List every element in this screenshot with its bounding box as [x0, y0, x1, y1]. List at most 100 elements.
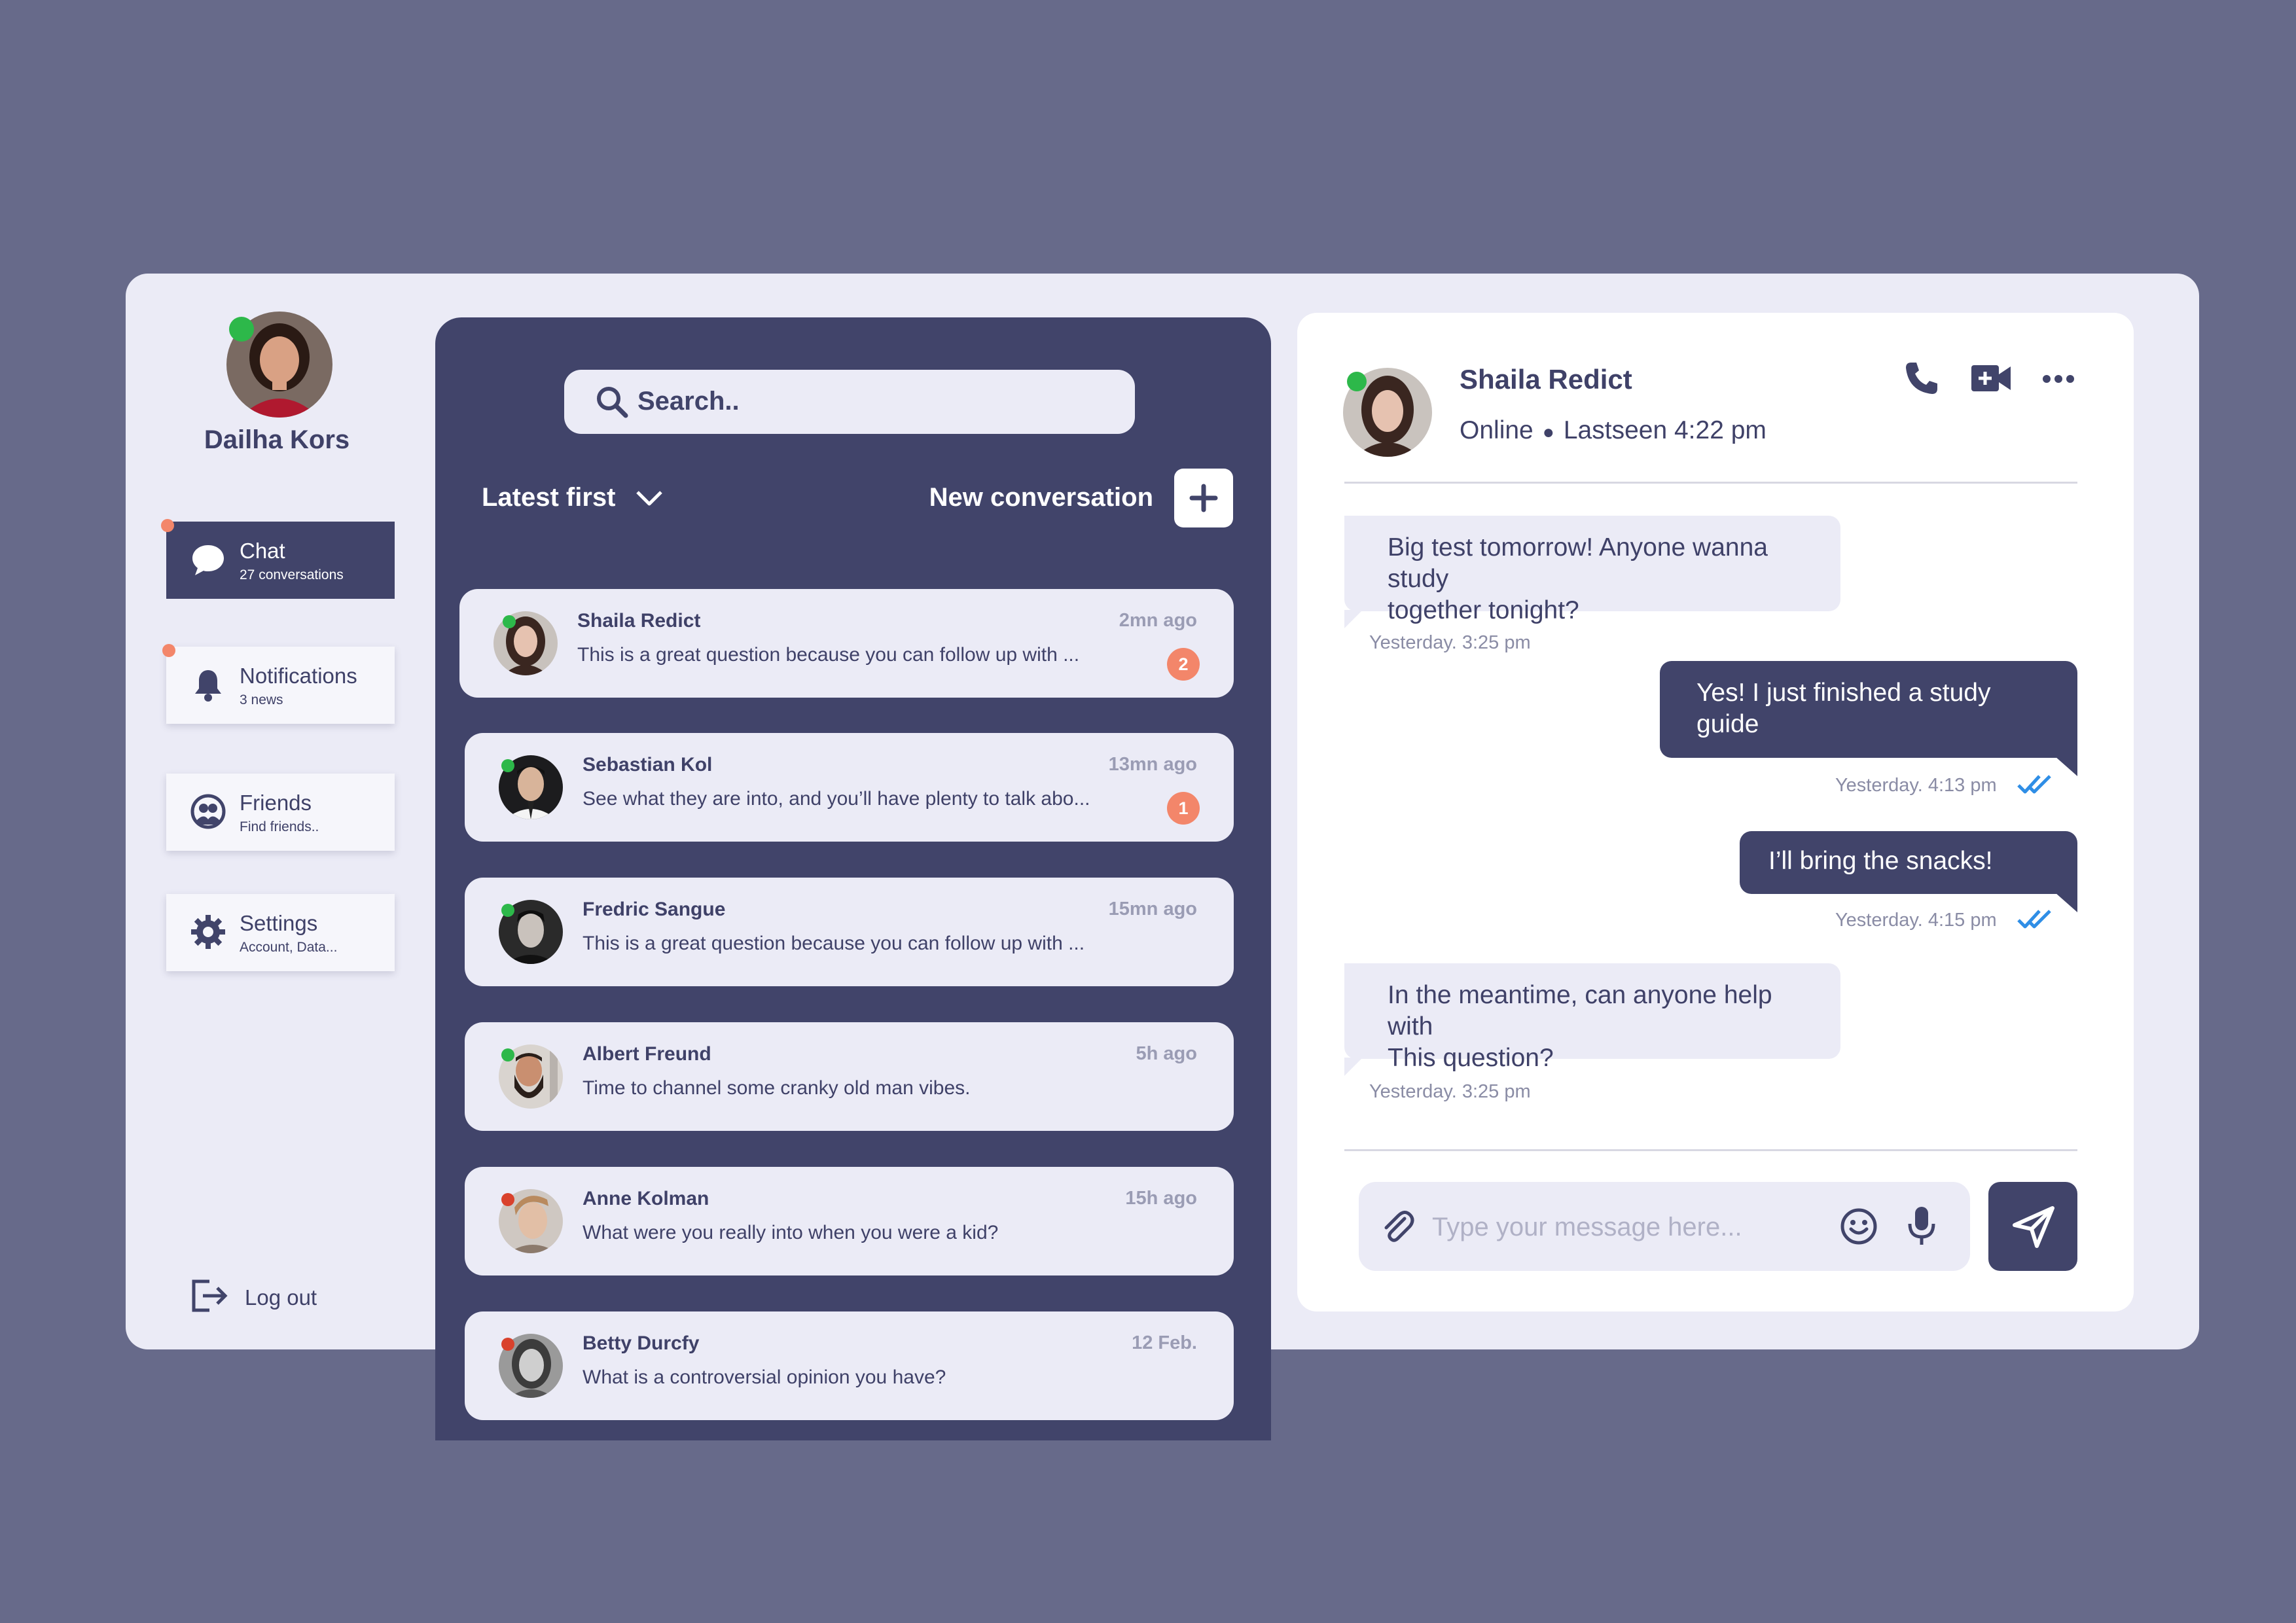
bubble-tail: [1344, 1058, 1363, 1076]
conversation-time: 5h ago: [1136, 1043, 1197, 1064]
contact-last-seen: Lastseen 4:22 pm: [1563, 416, 1767, 444]
send-button[interactable]: [1988, 1182, 2077, 1271]
logout-icon: [192, 1279, 228, 1312]
offline-status-dot: [501, 1338, 514, 1351]
gear-icon: [190, 914, 226, 950]
conversation-item[interactable]: Shaila Redict 2mn ago This is a great qu…: [459, 589, 1234, 698]
read-receipt-icon: [2017, 910, 2051, 929]
chat-header-divider: [1344, 482, 2077, 484]
contact-online-dot: [1347, 372, 1367, 391]
online-status-dot: [501, 1048, 514, 1061]
search-input[interactable]: Search..: [564, 370, 1135, 434]
sort-dropdown[interactable]: Latest first: [482, 483, 664, 512]
conversation-item[interactable]: Anne Kolman 15h ago What were you really…: [465, 1167, 1234, 1275]
conversation-item[interactable]: Fredric Sangue 15mn ago This is a great …: [465, 878, 1234, 986]
nav-chat-badge: [161, 519, 174, 532]
bubble-tail: [2055, 893, 2077, 912]
offline-status-dot: [501, 1193, 514, 1206]
unread-badge: 1: [1167, 792, 1200, 825]
bubble-tail: [2055, 757, 2077, 776]
sort-label: Latest first: [482, 483, 616, 512]
message-line: This question?: [1388, 1044, 1554, 1072]
message-time: Yesterday. 3:25 pm: [1369, 632, 1531, 653]
message-line: Big test tomorrow! Anyone wanna study: [1388, 533, 1768, 593]
status-separator: ●: [1542, 421, 1554, 443]
message-line: I’ll bring the snacks!: [1768, 847, 1993, 875]
bubble-tail: [1344, 610, 1363, 628]
nav-notifications[interactable]: Notifications 3 news: [166, 647, 395, 724]
message-line: guide: [1696, 710, 1759, 738]
conversation-name: Albert Freund: [583, 1043, 711, 1065]
chat-panel: [1297, 313, 2134, 1311]
nav-notifications-subtitle: 3 news: [240, 692, 283, 707]
read-receipt-icon: [2017, 775, 2051, 794]
online-status-dot: [503, 615, 516, 628]
conversation-time: 15h ago: [1125, 1188, 1197, 1209]
conversation-time: 15mn ago: [1108, 899, 1197, 919]
composer-divider: [1344, 1149, 2077, 1151]
conversation-preview: This is a great question because you can…: [583, 933, 1085, 954]
bell-icon: [190, 666, 226, 703]
message-composer: [1359, 1182, 1970, 1271]
message-line: together tonight?: [1388, 596, 1579, 624]
conversation-item[interactable]: Albert Freund 5h ago Time to channel som…: [465, 1022, 1234, 1131]
conversation-name: Fredric Sangue: [583, 899, 726, 920]
phone-icon[interactable]: [1902, 359, 1941, 398]
nav-friends-subtitle: Find friends..: [240, 819, 319, 834]
send-icon: [2013, 1206, 2054, 1248]
message-line: In the meantime, can anyone help with: [1388, 981, 1772, 1041]
message-line: Yes! I just finished a study: [1696, 679, 1991, 707]
search-icon: [597, 387, 628, 418]
chat-bubble-icon: [190, 541, 226, 578]
conversation-time: 12 Feb.: [1132, 1332, 1197, 1353]
conversation-time: 2mn ago: [1119, 610, 1197, 631]
message-bubble-incoming: In the meantime, can anyone help with Th…: [1344, 963, 1840, 1072]
conversation-preview: What were you really into when you were …: [583, 1222, 999, 1243]
conversation-preview: What is a controversial opinion you have…: [583, 1366, 946, 1388]
contact-online-label: Online: [1460, 416, 1534, 444]
nav-friends-title: Friends: [240, 791, 312, 815]
contact-status: Online ● Lastseen 4:22 pm: [1460, 416, 1767, 445]
message-bubble-outgoing: I’ll bring the snacks!: [1740, 831, 2077, 894]
nav-settings-title: Settings: [240, 911, 318, 935]
attachment-icon[interactable]: [1378, 1208, 1415, 1245]
message-bubble-incoming: Big test tomorrow! Anyone wanna study to…: [1344, 516, 1840, 624]
nav-settings-subtitle: Account, Data...: [240, 940, 338, 955]
unread-badge: 2: [1167, 648, 1200, 681]
conversation-preview: See what they are into, and you’ll have …: [583, 788, 1090, 810]
friends-icon: [190, 793, 226, 830]
conversation-preview: Time to channel some cranky old man vibe…: [583, 1077, 971, 1099]
contact-name: Shaila Redict: [1460, 364, 1632, 395]
conversation-time: 13mn ago: [1108, 754, 1197, 775]
message-input[interactable]: [1431, 1207, 1800, 1247]
nav-notifications-title: Notifications: [240, 664, 357, 688]
conversation-name: Anne Kolman: [583, 1188, 709, 1209]
microphone-icon[interactable]: [1903, 1204, 1940, 1249]
more-options-icon[interactable]: [2042, 374, 2075, 383]
message-time: Yesterday. 3:25 pm: [1369, 1081, 1531, 1102]
message-bubble-outgoing: Yes! I just finished a study guide: [1660, 661, 2077, 758]
conversation-name: Sebastian Kol: [583, 754, 713, 776]
nav-chat[interactable]: Chat 27 conversations: [166, 522, 395, 599]
online-status-dot: [501, 904, 514, 917]
nav-friends[interactable]: Friends Find friends..: [166, 774, 395, 851]
conversation-preview: This is a great question because you can…: [577, 644, 1080, 666]
conversation-name: Shaila Redict: [577, 610, 701, 632]
online-status-dot: [501, 759, 514, 772]
nav-notifications-badge: [162, 644, 175, 657]
video-call-icon[interactable]: [1970, 363, 2012, 394]
chevron-down-icon: [636, 491, 662, 506]
profile-name: Dailha Kors: [204, 425, 350, 454]
emoji-icon[interactable]: [1839, 1207, 1878, 1246]
new-conversation-label[interactable]: New conversation: [785, 483, 1153, 512]
new-conversation-button[interactable]: [1174, 469, 1233, 527]
nav-settings[interactable]: Settings Account, Data...: [166, 894, 395, 971]
nav-chat-subtitle: 27 conversations: [240, 567, 344, 582]
conversation-name: Betty Durcfy: [583, 1332, 700, 1354]
search-placeholder: Search..: [637, 387, 740, 416]
profile-online-dot: [229, 317, 254, 342]
conversation-item[interactable]: Sebastian Kol 13mn ago See what they are…: [465, 733, 1234, 842]
conversation-item[interactable]: Betty Durcfy 12 Feb. What is a controver…: [465, 1311, 1234, 1420]
nav-chat-title: Chat: [240, 539, 285, 563]
plus-icon: [1189, 484, 1218, 512]
